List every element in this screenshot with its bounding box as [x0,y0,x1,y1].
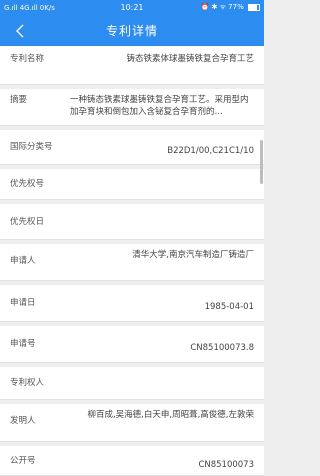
value-ipc: B22D1/00,C21C1/10 [167,146,254,156]
row-patentee: 专利权人 [0,367,264,400]
status-icons: ⏰ ✱ ᯤ 77% [175,3,260,12]
label-patent-name: 专利名称 [10,54,45,64]
row-application-number: 申请号 CN85100073.8 [0,326,264,363]
label-ipc: 国际分类号 [10,142,53,152]
row-application-date: 申请日 1985-04-01 [0,285,264,322]
back-button[interactable] [10,21,30,41]
label-applicant: 申请人 [10,256,36,266]
label-patentee: 专利权人 [10,378,45,388]
value-application-number: CN85100073.8 [190,343,254,353]
status-right-text: ⏰ ✱ ᯤ 77% [200,3,244,11]
value-applicant: 清华大学,南京汽车制造厂铸造厂 [132,250,254,260]
nav-bar: 专利详情 [0,15,264,46]
row-applicant: 申请人 清华大学,南京汽车制造厂铸造厂 [0,244,264,281]
row-publication-number: 公开号 CN85100073 [0,446,264,476]
label-priority-date: 优先权日 [10,216,45,227]
row-priority-date: 优先权日 [0,204,264,240]
row-abstract[interactable]: 摘要 一种铸态铁素球墨铸铁复合孕育工艺。采用型内加孕育块和倒包加入含铋复合孕育剂… [0,89,264,126]
label-priority-number: 优先权号 [10,179,45,189]
page-title: 专利详情 [105,24,158,38]
status-bar: G.ıll 4G.ıll 0K/s 10:21 ⏰ ✱ ᯤ 77% [0,0,264,15]
label-inventor: 发明人 [10,416,36,426]
patent-detail-list: 专利名称 铸态铁素体球墨铸铁复合孕育工艺 摘要 一种铸态铁素球墨铸铁复合孕育工艺… [0,46,264,476]
label-publication-number: 公开号 [10,455,36,466]
row-inventor: 发明人 柳百成,吴海德,白天申,周昭葺,高俊德,左敦荣 [0,404,264,442]
label-abstract: 摘要 [10,95,28,105]
value-patent-name: 铸态铁素体球墨铸铁复合孕育工艺 [126,54,254,64]
row-ipc: 国际分类号 B22D1/00,C21C1/10 [0,130,264,165]
row-priority-number: 优先权号 [0,169,264,200]
label-application-number: 申请号 [10,339,36,349]
value-inventor: 柳百成,吴海德,白天申,周昭葺,高俊德,左敦荣 [87,410,254,420]
scrollbar-thumb[interactable] [260,140,263,184]
chevron-left-icon [16,24,24,38]
value-publication-number: CN85100073 [198,459,254,470]
row-patent-name: 专利名称 铸态铁素体球墨铸铁复合孕育工艺 [0,46,264,85]
battery-icon [247,3,260,11]
signal-indicators: G.ıll 4G.ıll 0K/s [4,3,55,12]
label-application-date: 申请日 [10,298,36,308]
battery-fill [248,4,257,10]
value-abstract: 一种铸态铁素球墨铸铁复合孕育工艺。采用型内加孕育块和倒包加入含铋复合孕育剂的… [70,95,249,117]
status-time: 10:21 [120,3,144,12]
value-application-date: 1985-04-01 [204,302,254,312]
